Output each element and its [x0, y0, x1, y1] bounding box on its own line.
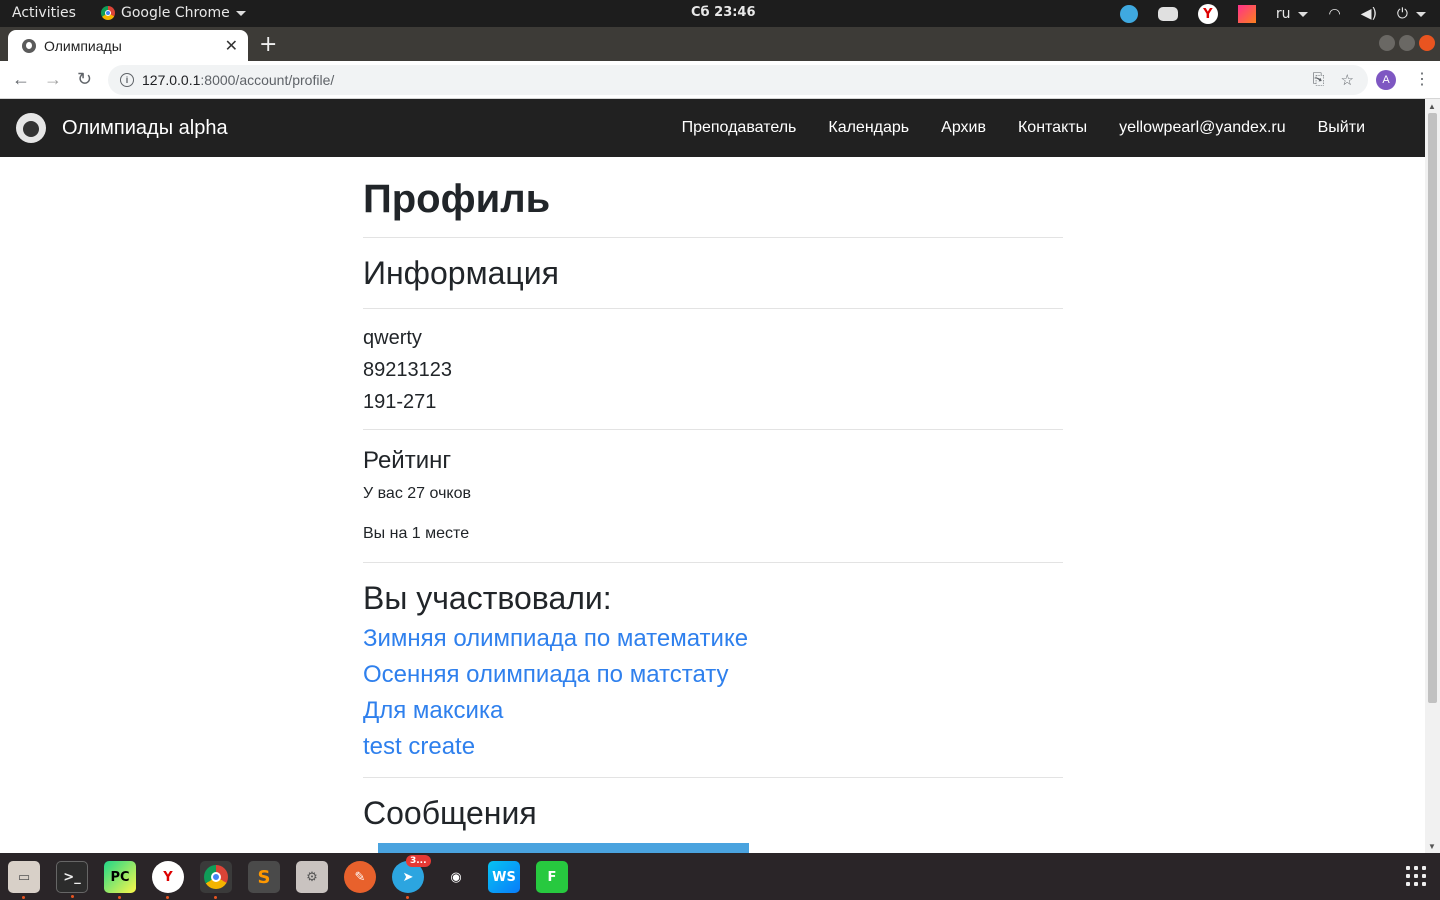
site-brand[interactable]: Олимпиады alpha [62, 117, 228, 140]
username-text: qwerty [363, 327, 422, 349]
olympiad-link[interactable]: Зимняя олимпиада по математике [363, 625, 748, 653]
close-window-button[interactable] [1419, 35, 1435, 51]
app-menu[interactable]: Google Chrome [101, 5, 246, 21]
bookmark-star-icon[interactable]: ☆ [1341, 71, 1354, 89]
profile-avatar[interactable]: A [1376, 70, 1396, 90]
files-app-icon[interactable]: ▭ [8, 861, 40, 899]
address-bar[interactable]: i 127.0.0.1:8000/account/profile/ ⎘ ☆ [108, 65, 1368, 95]
reload-button[interactable]: ↻ [77, 69, 92, 90]
group-text: 191-271 [363, 391, 437, 413]
chrome-app-icon[interactable] [200, 861, 232, 899]
site-nav-links: Преподаватель Календарь Архив Контакты y… [682, 119, 1365, 137]
new-tab-button[interactable]: + [259, 32, 277, 57]
url-path: :8000/account/profile/ [200, 72, 335, 88]
dock-taskbar: ▭ >_ PC Y S ⚙ ✎ ➤ 3... ◉ WS F [0, 853, 1440, 900]
nav-logout[interactable]: Выйти [1318, 119, 1365, 137]
terminal-app-icon[interactable]: >_ [56, 861, 88, 898]
chevron-down-icon [1298, 11, 1309, 17]
f-app-icon[interactable]: F [536, 861, 568, 893]
divider [363, 562, 1063, 563]
language-label: ru [1275, 6, 1291, 22]
yandex-tray-icon[interactable]: Y [1197, 4, 1218, 24]
system-top-bar: Activities Google Chrome Сб 23:46 Y ru ◠… [0, 0, 1440, 27]
pycharm-app-icon[interactable]: PC [104, 861, 136, 899]
tab-title: Олимпиады [44, 37, 122, 54]
chrome-icon [204, 865, 228, 889]
show-applications-icon[interactable] [1406, 866, 1426, 886]
nav-calendar[interactable]: Календарь [828, 119, 909, 137]
favicon-icon [22, 38, 36, 53]
olympiad-link[interactable]: Осенняя олимпиада по матстату [363, 661, 729, 689]
url-host: 127.0.0.1 [142, 72, 201, 88]
jetbrains-tray-icon[interactable] [1237, 5, 1256, 23]
points-text: У вас 27 очков [363, 485, 471, 502]
sublime-text-app-icon[interactable]: S [248, 861, 280, 893]
maximize-window-button[interactable] [1399, 35, 1415, 51]
site-logo-icon[interactable] [16, 113, 46, 143]
divider [363, 777, 1063, 778]
notification-badge: 3... [406, 855, 431, 867]
webstorm-app-icon[interactable]: WS [488, 861, 520, 893]
olympiad-link[interactable]: test create [363, 733, 475, 761]
translate-icon[interactable]: ⎘ [1313, 71, 1325, 89]
olympiad-link[interactable]: Для максика [363, 697, 503, 725]
info-heading: Информация [363, 255, 559, 291]
discord-tray-icon[interactable] [1157, 7, 1178, 21]
scroll-up-arrow-icon[interactable]: ▲ [1428, 102, 1436, 111]
divider [363, 308, 1063, 309]
scrollbar-thumb[interactable] [1428, 113, 1437, 703]
scroll-down-arrow-icon[interactable]: ▼ [1428, 842, 1436, 851]
discord-app-icon[interactable]: ◉ [440, 861, 472, 893]
close-tab-icon[interactable]: ✕ [225, 36, 238, 56]
divider [363, 237, 1063, 238]
nav-teacher[interactable]: Преподаватель [682, 119, 797, 137]
browser-tab-strip: Олимпиады ✕ + [0, 27, 1440, 61]
postman-app-icon[interactable]: ✎ [344, 861, 376, 893]
app-menu-label: Google Chrome [121, 5, 230, 21]
page-scrollbar[interactable]: ▲ ▼ [1425, 99, 1440, 853]
messages-heading: Сообщения [363, 795, 537, 831]
phone-text: 89213123 [363, 359, 452, 381]
nav-user-email[interactable]: yellowpearl@yandex.ru [1119, 119, 1286, 137]
telegram-tray-icon[interactable] [1119, 5, 1138, 23]
power-icon[interactable]: ⏻ [1397, 6, 1426, 22]
chevron-down-icon [235, 10, 246, 16]
system-tools-app-icon[interactable]: ⚙ [296, 861, 328, 893]
telegram-app-icon[interactable]: ➤ 3... [392, 855, 431, 899]
site-info-icon[interactable]: i [120, 73, 134, 87]
browser-tab[interactable]: Олимпиады ✕ [8, 30, 248, 61]
clock[interactable]: Сб 23:46 [691, 5, 756, 20]
back-button[interactable]: ← [12, 69, 30, 90]
minimize-window-button[interactable] [1379, 35, 1395, 51]
place-text: Вы на 1 месте [363, 525, 470, 542]
yandex-browser-app-icon[interactable]: Y [152, 861, 184, 899]
browser-toolbar: ← → ↻ i 127.0.0.1:8000/account/profile/ … [0, 61, 1440, 99]
page-title: Профиль [363, 177, 551, 221]
browser-menu-icon[interactable]: ⋮ [1414, 69, 1430, 89]
system-tray: Y ru ◠ ◀) ⏻ [1119, 3, 1426, 25]
divider [363, 429, 1063, 430]
volume-icon[interactable]: ◀) [1361, 6, 1377, 22]
nav-contacts[interactable]: Контакты [1018, 119, 1087, 137]
chrome-icon [101, 6, 115, 20]
wifi-icon[interactable]: ◠ [1328, 6, 1340, 22]
rating-heading: Рейтинг [363, 447, 452, 474]
message-item[interactable] [378, 843, 749, 853]
chevron-down-icon [1416, 11, 1426, 17]
language-indicator[interactable]: ru [1276, 6, 1309, 22]
activities-button[interactable]: Activities [12, 5, 76, 21]
nav-archive[interactable]: Архив [941, 119, 986, 137]
participated-heading: Вы участвовали: [363, 580, 612, 616]
page-viewport: Олимпиады alpha Преподаватель Календарь … [0, 99, 1440, 853]
forward-button[interactable]: → [44, 69, 62, 90]
site-navbar: Олимпиады alpha Преподаватель Календарь … [0, 99, 1425, 157]
